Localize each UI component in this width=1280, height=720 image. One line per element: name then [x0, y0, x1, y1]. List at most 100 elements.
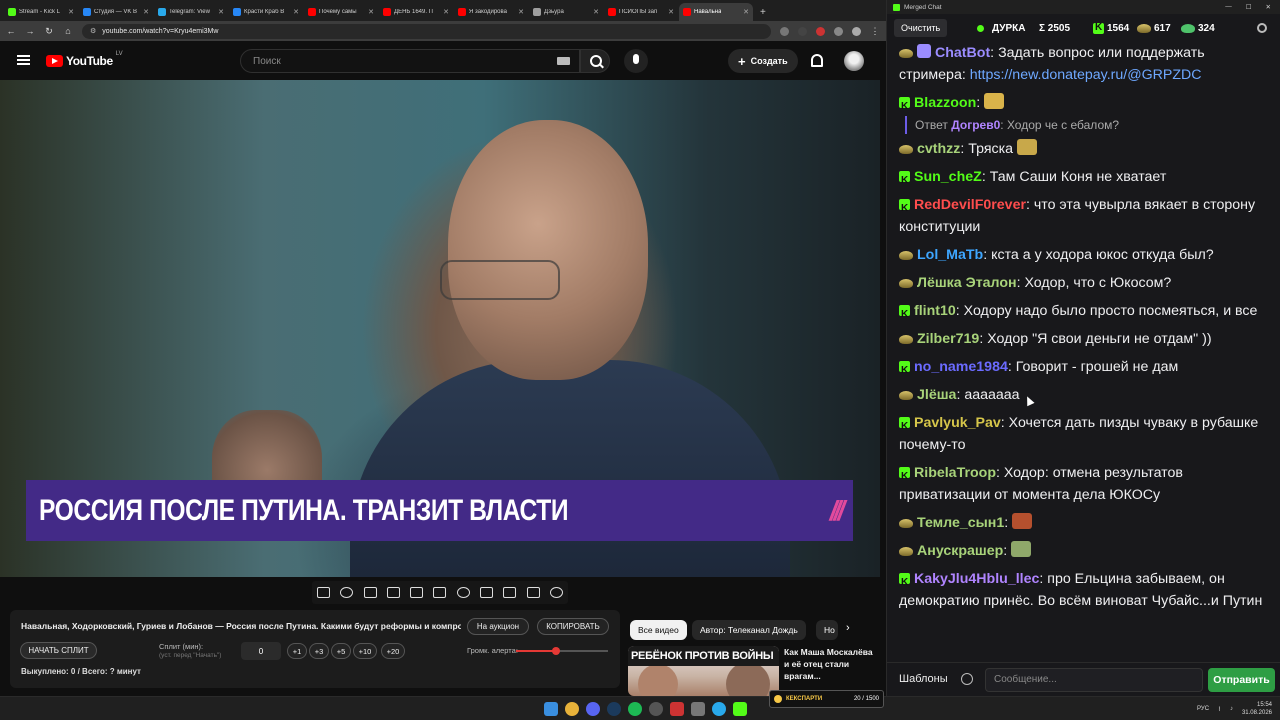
chip-more[interactable]: Но [816, 620, 838, 640]
playlist-icon[interactable] [363, 587, 377, 598]
browser-tab[interactable]: ПСИОПЫ зап ✕ [604, 3, 678, 21]
url-field[interactable]: ⚙ youtube.com/watch?v=Kryu4emi3Mw [82, 23, 771, 39]
windows-start-icon[interactable] [544, 702, 558, 716]
network-icon[interactable]: ⌇ [1218, 706, 1221, 713]
browser-tab[interactable]: Telegram: View ✕ [154, 3, 228, 21]
screenshot-icon[interactable] [503, 587, 517, 598]
fullscreen-icon[interactable] [410, 587, 424, 598]
reload-icon[interactable]: ↻ [44, 26, 54, 37]
browser-menu-icon[interactable]: ⋮ [870, 26, 880, 37]
browser-tab[interactable]: Дзьyра ✕ [529, 3, 603, 21]
close-tab-icon[interactable]: ✕ [293, 8, 299, 16]
home-icon[interactable]: ⌂ [63, 26, 73, 36]
loop-icon[interactable] [317, 587, 331, 598]
chat-username[interactable]: cvthzz [917, 141, 960, 157]
alert-volume-knob[interactable] [551, 647, 560, 655]
close-tab-icon[interactable]: ✕ [68, 8, 74, 16]
close-tab-icon[interactable]: ✕ [743, 8, 749, 16]
extension-icon[interactable] [816, 26, 825, 36]
chat-username[interactable]: Pavlyuk_Pav [914, 415, 1001, 431]
to-auction-button[interactable]: На аукцион [467, 618, 529, 635]
alert-volume-slider[interactable] [516, 647, 608, 655]
chat-username[interactable]: RedDevilF0rever [914, 197, 1026, 213]
chat-username[interactable]: Sun_cheZ [914, 169, 982, 185]
start-split-button[interactable]: НАЧАТЬ СПЛИТ [20, 642, 97, 659]
chat-username[interactable]: Lol_MaTb [917, 247, 983, 263]
send-button[interactable]: Отправить [1208, 668, 1275, 692]
youtube-logo[interactable]: YouTube LV [46, 51, 123, 68]
close-tab-icon[interactable]: ✕ [518, 8, 524, 16]
minimize-icon[interactable]: — [1225, 3, 1232, 11]
clock[interactable]: 15:54 31.08.2026 [1242, 701, 1272, 717]
related-video-title[interactable]: Как Маша Москалёва и её отец стали врага… [784, 646, 880, 682]
add-icon[interactable] [479, 587, 493, 598]
templates-button[interactable]: Шаблоны [899, 673, 948, 685]
theater-icon[interactable] [433, 587, 447, 598]
chat-link[interactable]: https://new.donatepay.ru/@GRPZDC [970, 67, 1202, 83]
search-button[interactable] [580, 49, 610, 73]
gear-icon[interactable] [1257, 23, 1267, 33]
split-minutes-input[interactable]: 0 [241, 642, 281, 660]
kick-app-icon[interactable] [733, 702, 747, 716]
chat-username[interactable]: no_name1984 [914, 359, 1008, 375]
related-video-thumbnail[interactable]: РЕБЁНОК ПРОТИВ ВОЙНЫ [628, 646, 779, 696]
video-player[interactable]: РОССИЯ ПОСЛЕ ПУТИНА. ТРАНЗИТ ВЛАСТИ /// [0, 80, 880, 577]
notifications-bell-icon[interactable] [811, 54, 823, 67]
new-tab-button[interactable]: + [754, 3, 772, 21]
obs-icon[interactable] [649, 702, 663, 716]
add-20-button[interactable]: +20 [381, 643, 405, 659]
spotify-icon[interactable] [628, 702, 642, 716]
settings-icon[interactable] [549, 587, 563, 598]
telegram-icon[interactable] [712, 702, 726, 716]
chat-username[interactable]: Zilber719 [917, 331, 979, 347]
close-tab-icon[interactable]: ✕ [143, 8, 149, 16]
broadcast-icon[interactable] [340, 587, 354, 598]
volume-icon[interactable]: ♪ [1230, 706, 1233, 712]
browser-tab[interactable]: Навальна ✕ [679, 3, 753, 21]
emoji-icon[interactable] [961, 673, 973, 685]
chevron-right-icon[interactable]: › [846, 622, 850, 634]
clear-button[interactable]: Очистить [894, 19, 948, 37]
speed-icon[interactable] [456, 587, 470, 598]
browser-tab[interactable]: ДЕНЬ 1649. П ✕ [379, 3, 453, 21]
chat-username[interactable]: Jlёша [917, 387, 956, 403]
chat-message-list[interactable]: ChatBot: Задать вопрос или поддержать ст… [887, 42, 1280, 660]
back-icon[interactable]: ← [6, 26, 16, 36]
browser-tab[interactable]: Я закодирова ✕ [454, 3, 528, 21]
add-3-button[interactable]: +3 [309, 643, 329, 659]
close-icon[interactable]: ✕ [1266, 3, 1271, 11]
close-tab-icon[interactable]: ✕ [218, 8, 224, 16]
chat-username[interactable]: KakyJlu4Hblu_llec [914, 571, 1039, 587]
add-5-button[interactable]: +5 [331, 643, 351, 659]
forward-icon[interactable]: → [25, 26, 35, 36]
chip-all-videos[interactable]: Все видео [630, 620, 687, 640]
flask-icon[interactable] [526, 587, 540, 598]
create-button[interactable]: + Создать [728, 49, 798, 73]
extension-icon[interactable] [798, 26, 807, 36]
copy-button[interactable]: КОПИРОВАТЬ [537, 618, 609, 635]
chrome-icon[interactable] [565, 702, 579, 716]
chip-author[interactable]: Автор: Телеканал Дождь [692, 620, 806, 640]
close-tab-icon[interactable]: ✕ [368, 8, 374, 16]
chat-username[interactable]: Blazzoon [914, 95, 976, 111]
chat-username[interactable]: ChatBot [935, 45, 990, 61]
close-tab-icon[interactable]: ✕ [668, 8, 674, 16]
language-indicator[interactable]: РУС [1197, 706, 1209, 712]
site-info-icon[interactable]: ⚙ [90, 27, 96, 35]
chat-username[interactable]: Лёшка Эталон [917, 275, 1017, 291]
keyboard-icon[interactable] [557, 57, 570, 65]
extension-icon[interactable] [780, 26, 789, 36]
app-icon[interactable] [691, 702, 705, 716]
chat-username[interactable]: Анускрашер [917, 543, 1003, 559]
close-tab-icon[interactable]: ✕ [443, 8, 449, 16]
search-input[interactable]: Поиск [240, 49, 580, 73]
add-1-button[interactable]: +1 [287, 643, 307, 659]
browser-tab[interactable]: Красти Краб В ✕ [229, 3, 303, 21]
browser-tab[interactable]: Студия — VK В ✕ [79, 3, 153, 21]
browser-tab[interactable]: Почему самы ✕ [304, 3, 378, 21]
maximize-icon[interactable]: ☐ [1246, 3, 1252, 11]
hamburger-menu-icon[interactable] [17, 55, 30, 65]
steam-icon[interactable] [607, 702, 621, 716]
close-tab-icon[interactable]: ✕ [593, 8, 599, 16]
downloads-icon[interactable] [834, 26, 843, 36]
